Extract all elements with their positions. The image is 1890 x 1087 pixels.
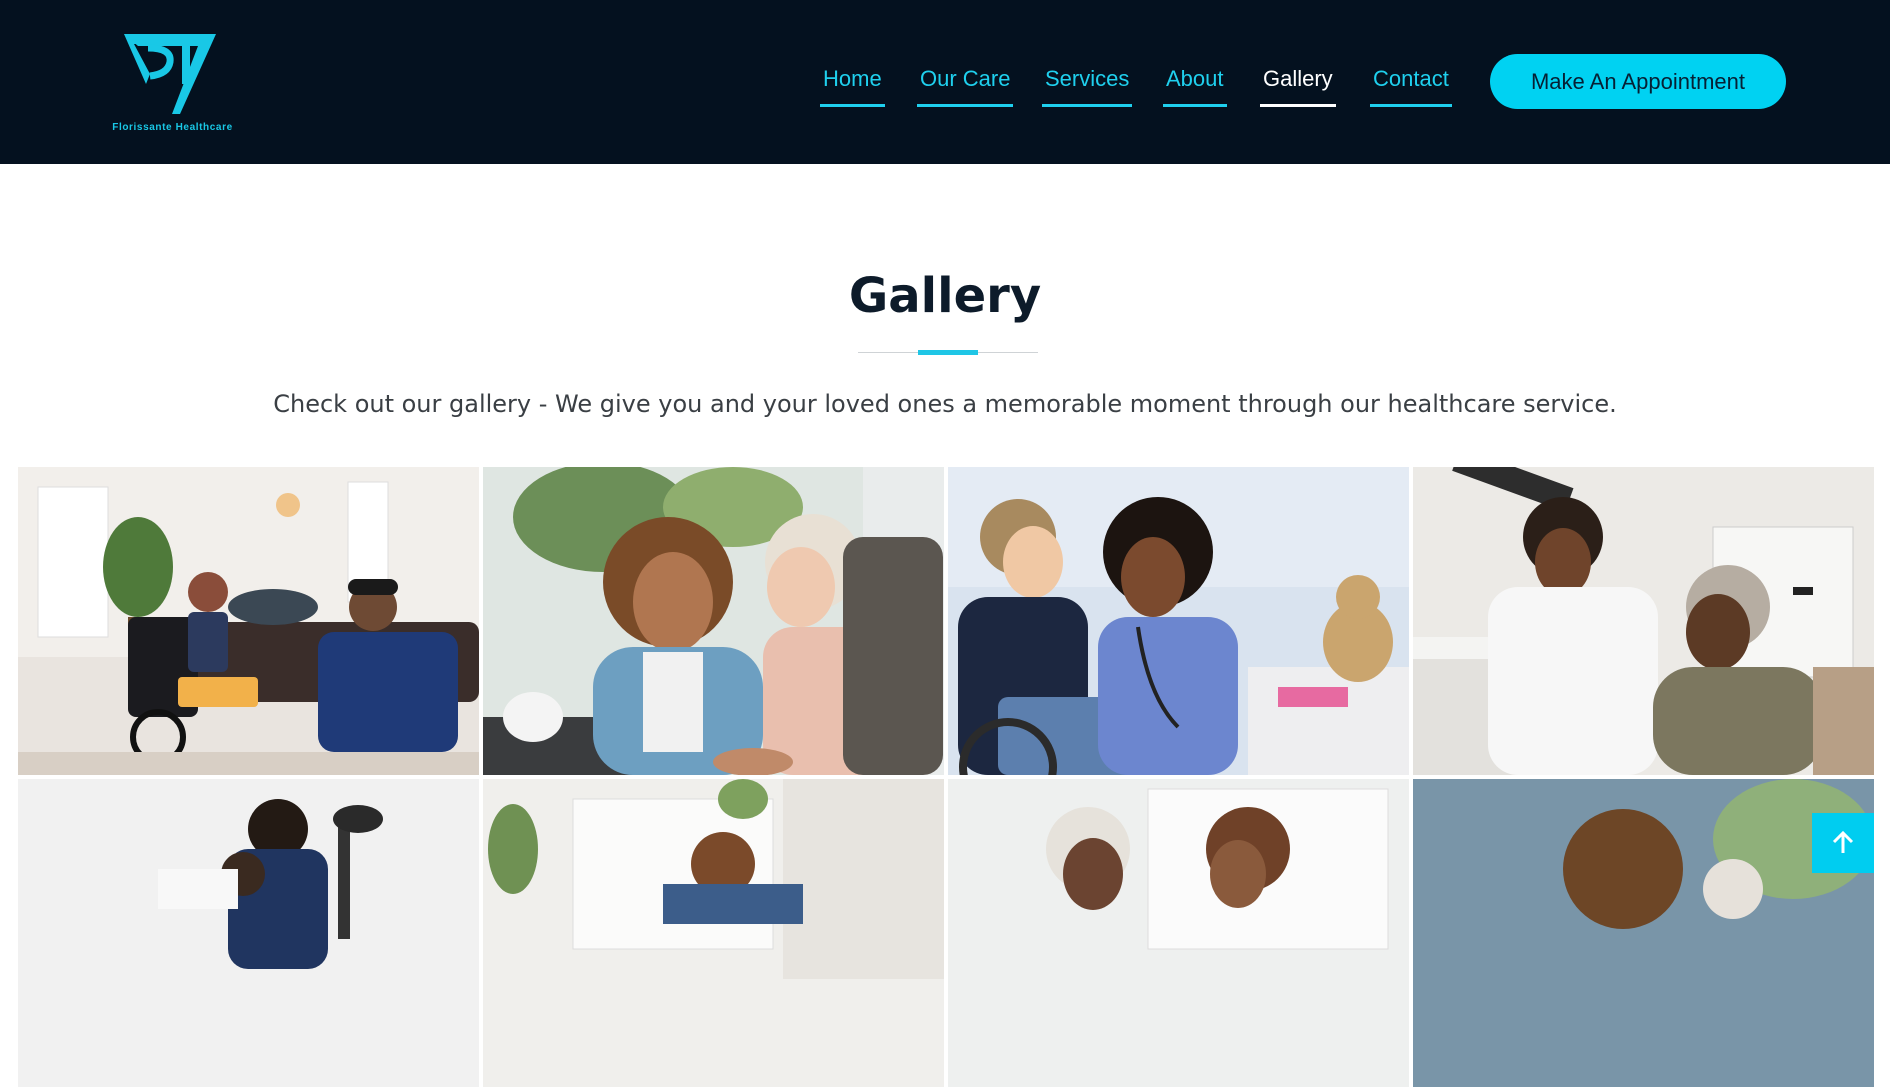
- nav-services[interactable]: Services: [1042, 66, 1133, 107]
- nav-home[interactable]: Home: [820, 66, 885, 107]
- nav-contact[interactable]: Contact: [1370, 66, 1452, 107]
- brand-logo[interactable]: Florissante Healthcare: [110, 30, 235, 140]
- photo-caregiver-child-wheelchair[interactable]: [18, 467, 479, 775]
- make-appointment-button[interactable]: Make An Appointment: [1490, 54, 1786, 109]
- site-header: Florissante Healthcare Home Our Care Ser…: [0, 0, 1890, 164]
- gallery-subtitle: Check out our gallery - We give you and …: [273, 390, 1617, 418]
- photo-caregiver-helping-patient[interactable]: [18, 779, 479, 1087]
- photo-caregiver-elderly-woman-kitchen[interactable]: [1413, 467, 1874, 775]
- nav-about[interactable]: About: [1163, 66, 1227, 107]
- title-divider-accent: [918, 350, 978, 355]
- photo-caregiver-portrait[interactable]: [1413, 779, 1874, 1087]
- photo-caregiver-living-room[interactable]: [483, 779, 944, 1087]
- nav-our-care[interactable]: Our Care: [917, 66, 1014, 107]
- photo-nurse-boy-wheelchair[interactable]: [948, 467, 1409, 775]
- nav-gallery[interactable]: Gallery: [1260, 66, 1336, 107]
- photo-caregiver-elderly-woman-smiling[interactable]: [483, 467, 944, 775]
- brand-name: Florissante Healthcare: [112, 122, 233, 133]
- photo-elderly-woman-and-caregiver[interactable]: [948, 779, 1409, 1087]
- arrow-up-icon: [1832, 830, 1854, 853]
- page-title: Gallery: [848, 268, 1042, 324]
- logo-mark-icon: [124, 34, 216, 114]
- scroll-to-top-button[interactable]: [1812, 813, 1874, 873]
